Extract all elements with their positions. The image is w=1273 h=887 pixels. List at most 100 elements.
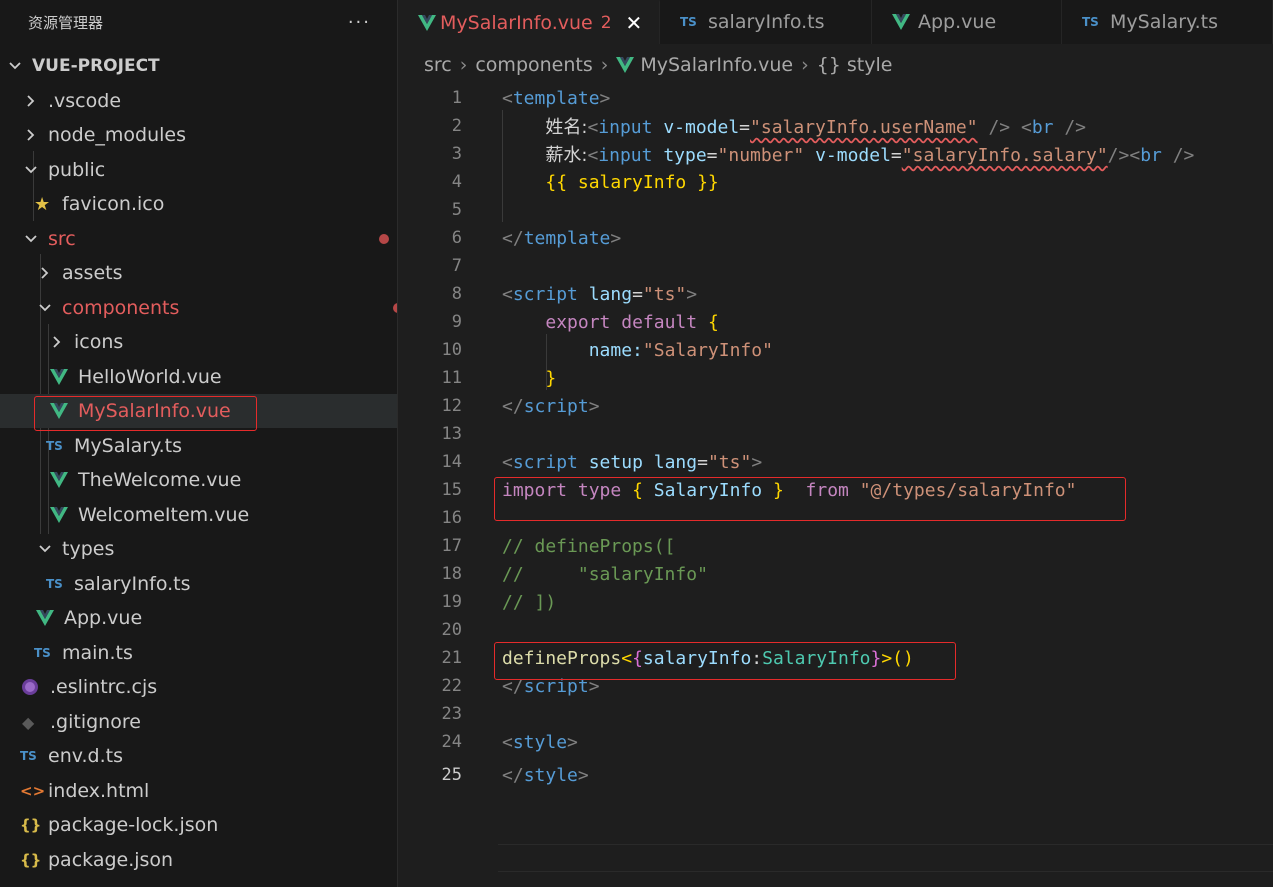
chevron-right-icon — [46, 335, 68, 349]
tree-item-src[interactable]: src — [0, 222, 397, 256]
typescript-file-icon: TS — [1082, 15, 1099, 29]
tab-mysalary[interactable]: TS MySalary.ts — [1062, 0, 1273, 44]
tree-item-label: WelcomeItem.vue — [78, 504, 250, 526]
tab-app[interactable]: App.vue — [872, 0, 1062, 44]
vue-file-icon — [50, 403, 76, 419]
tree-item-label: main.ts — [62, 642, 133, 664]
code-line: 5 — [398, 196, 1273, 224]
line-number: 11 — [441, 368, 462, 388]
line-number: 16 — [441, 508, 462, 528]
chevron-right-icon — [34, 266, 56, 280]
code-editor[interactable]: 1 <template> 2 姓名:<input v-model="salaryI… — [398, 84, 1273, 887]
chevron-down-icon — [20, 163, 42, 177]
tree-item-label: package.json — [48, 849, 174, 871]
tab-mysalarinfo[interactable]: MySalarInfo.vue 2 ✕ — [398, 0, 660, 44]
tree-item-node-modules[interactable]: node_modules — [0, 118, 397, 152]
tree-item-label: src — [48, 228, 76, 250]
tree-item-label: node_modules — [48, 124, 187, 146]
code-line: 19// ]) — [398, 588, 1273, 616]
line-number: 19 — [441, 592, 462, 612]
tree-item-vscode[interactable]: .vscode — [0, 84, 397, 118]
line-number: 9 — [451, 312, 462, 332]
code-line: 6 </template> — [398, 224, 1273, 252]
line-number: 15 — [441, 480, 462, 500]
tree-item-components[interactable]: components — [0, 291, 397, 325]
code-line: 12 </script> — [398, 392, 1273, 420]
explorer-title: 资源管理器 — [28, 13, 104, 32]
breadcrumb-item[interactable]: {} style — [817, 54, 893, 76]
tree-item-main[interactable]: TS main.ts — [0, 636, 397, 670]
code-line: 3 薪水:<input type="number" v-model="salar… — [398, 140, 1273, 168]
tab-label: MySalary.ts — [1110, 11, 1218, 33]
code-line: 17// defineProps([ — [398, 532, 1273, 560]
tree-item-gitignore[interactable]: ◆ .gitignore — [0, 705, 397, 739]
tree-item-mysalarinfo[interactable]: MySalarInfo.vue 2 — [0, 394, 397, 428]
tree-item-label: App.vue — [64, 607, 143, 629]
line-number: 22 — [441, 676, 462, 696]
explorer-sidebar: 资源管理器 ··· VUE-PROJECT .vscode node_modul… — [0, 0, 398, 887]
tree-item-label: components — [62, 297, 180, 319]
line-number: 13 — [441, 424, 462, 444]
typescript-file-icon: TS — [46, 577, 63, 591]
code-line: 1 <template> — [398, 84, 1273, 112]
line-number: 14 — [441, 452, 462, 472]
tree-item-label: HelloWorld.vue — [78, 366, 222, 388]
line-number: 23 — [441, 704, 462, 724]
json-file-icon: {} — [20, 816, 42, 834]
tree-item-helloworld[interactable]: HelloWorld.vue — [0, 360, 397, 394]
chevron-right-icon: › — [801, 54, 809, 76]
code-line: 20 — [398, 616, 1273, 644]
line-number: 8 — [451, 284, 462, 304]
line-number: 21 — [441, 648, 462, 668]
code-line: 8 <script lang="ts"> — [398, 280, 1273, 308]
tree-item-envd[interactable]: TS env.d.ts — [0, 739, 397, 773]
tab-problem-count: 2 — [600, 13, 612, 33]
tree-item-thewelcome[interactable]: TheWelcome.vue — [0, 463, 397, 497]
code-line: 10 name:"SalaryInfo" — [398, 336, 1273, 364]
tree-item-index-html[interactable]: <> index.html — [0, 774, 397, 808]
chevron-right-icon — [20, 94, 42, 108]
tree-item-public[interactable]: public — [0, 153, 397, 187]
tree-item-label: package-lock.json — [48, 814, 219, 836]
line-number: 20 — [441, 620, 462, 640]
line-number: 1 — [451, 88, 462, 108]
tree-item-mysalary[interactable]: TS MySalary.ts — [0, 429, 397, 463]
tab-salaryinfo[interactable]: TS salaryInfo.ts — [660, 0, 872, 44]
git-file-icon: ◆ — [22, 712, 35, 732]
breadcrumb-item[interactable]: MySalarInfo.vue — [640, 54, 793, 76]
breadcrumb-item[interactable]: src — [424, 54, 452, 76]
line-number: 10 — [441, 340, 462, 360]
tree-item-welcomeitem[interactable]: WelcomeItem.vue — [0, 498, 397, 532]
tree-item-salaryinfo[interactable]: TS salaryInfo.ts — [0, 567, 397, 601]
tree-item-package-lock[interactable]: {} package-lock.json — [0, 808, 397, 842]
tree-item-label: public — [48, 159, 106, 181]
tree-item-icons[interactable]: icons — [0, 325, 397, 359]
tree-item-assets[interactable]: assets — [0, 256, 397, 290]
code-line: 24 <style> — [398, 728, 1273, 756]
tree-item-label: icons — [74, 331, 124, 353]
tree-item-types[interactable]: types — [0, 532, 397, 566]
line-number: 6 — [451, 228, 462, 248]
tree-item-label: MySalarInfo.vue — [78, 400, 231, 422]
tree-item-app[interactable]: App.vue — [0, 601, 397, 635]
tree-item-package[interactable]: {} package.json — [0, 843, 397, 877]
tree-item-eslintrc[interactable]: .eslintrc.cjs — [0, 670, 397, 704]
editor-tabs: MySalarInfo.vue 2 ✕ TS salaryInfo.ts App… — [398, 0, 1273, 44]
code-line: 11 } — [398, 364, 1273, 392]
breadcrumb-item[interactable]: components — [475, 54, 592, 76]
code-line: 15 import type { SalaryInfo } from "@/typ… — [398, 476, 1273, 504]
project-root[interactable]: VUE-PROJECT — [0, 49, 397, 83]
tree-item-label: .eslintrc.cjs — [50, 676, 158, 698]
typescript-file-icon: TS — [20, 749, 37, 763]
line-number: 3 — [451, 144, 462, 164]
close-icon[interactable]: ✕ — [626, 11, 643, 35]
tree-item-label: favicon.ico — [62, 193, 165, 215]
vue-file-icon — [50, 472, 76, 488]
current-line-highlight — [498, 844, 1273, 872]
code-line: 18// "salaryInfo" — [398, 560, 1273, 588]
tree-item-favicon[interactable]: ★ favicon.ico — [0, 187, 397, 221]
tab-label: App.vue — [918, 11, 997, 33]
line-number: 4 — [451, 172, 462, 192]
tree-item-label: TheWelcome.vue — [78, 469, 242, 491]
more-actions-icon[interactable]: ··· — [348, 12, 371, 33]
